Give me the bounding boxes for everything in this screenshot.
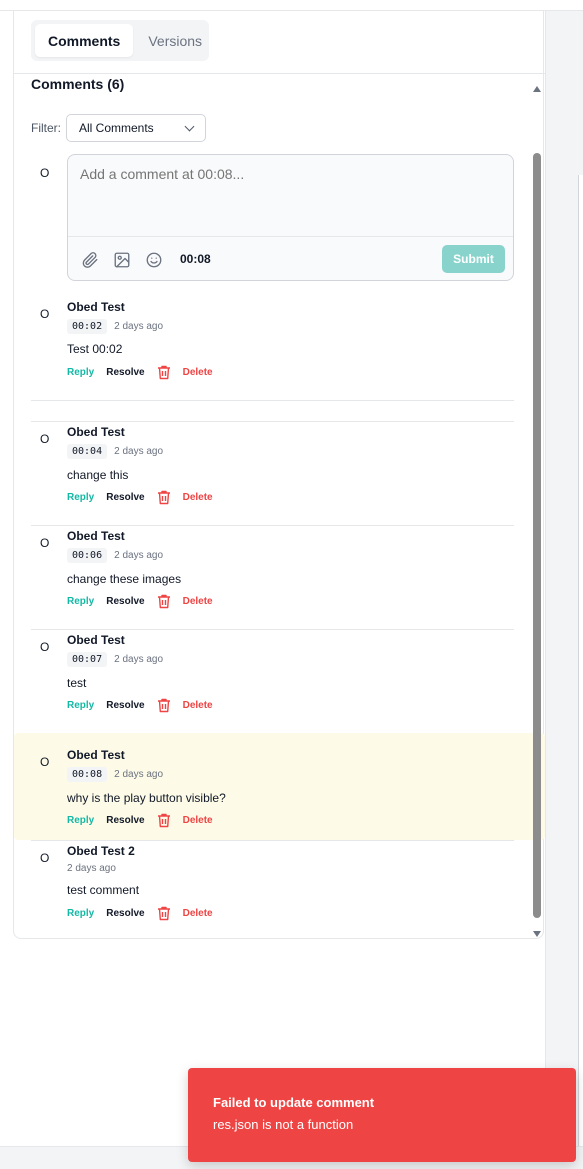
delete-button[interactable]: Delete	[183, 367, 213, 378]
comment-meta: 00:07 2 days ago	[67, 652, 163, 667]
avatar: O	[40, 640, 50, 654]
timestamp-chip[interactable]: 00:06	[67, 548, 108, 563]
delete-button[interactable]: Delete	[183, 492, 213, 503]
scroll-down-arrow-icon[interactable]	[533, 931, 541, 937]
trash-icon[interactable]	[157, 698, 171, 713]
comment-author: Obed Test	[67, 425, 125, 439]
resolve-button[interactable]: Resolve	[106, 492, 144, 503]
comments-scroll-area[interactable]: Comments (6) Filter: All Comments O 00:0…	[14, 74, 545, 938]
toast-title: Failed to update comment	[213, 1095, 375, 1110]
comment-composer: 00:08 Submit	[67, 154, 514, 281]
comment-meta: 00:06 2 days ago	[67, 548, 163, 563]
comment-time: 2 days ago	[114, 446, 164, 457]
avatar: O	[40, 432, 50, 446]
trash-icon[interactable]	[157, 365, 171, 380]
resolve-button[interactable]: Resolve	[106, 908, 144, 919]
comment-author: Obed Test	[67, 300, 125, 314]
avatar: O	[40, 166, 50, 180]
comment-item: O Obed Test 00:02 2 days ago Test 00:02 …	[14, 292, 545, 392]
reply-button[interactable]: Reply	[67, 815, 94, 826]
comment-time: 2 days ago	[114, 321, 164, 332]
filter-label: Filter:	[31, 121, 61, 135]
trash-icon[interactable]	[157, 906, 171, 921]
timestamp-chip[interactable]: 00:07	[67, 652, 108, 667]
comment-item-highlighted: O Obed Test 00:08 2 days ago why is the …	[14, 733, 545, 840]
comment-text: why is the play button visible?	[67, 791, 226, 805]
composer-timecode: 00:08	[180, 252, 211, 266]
comment-actions: Reply Resolve Delete	[67, 594, 213, 609]
comment-time: 2 days ago	[114, 654, 164, 665]
comment-text: test	[67, 676, 87, 690]
resolve-button[interactable]: Resolve	[106, 700, 144, 711]
timestamp-chip[interactable]: 00:08	[67, 767, 108, 782]
comments-panel: Comments Versions Comments (6) Filter: A…	[13, 11, 545, 939]
tab-comments[interactable]: Comments	[35, 24, 134, 57]
divider	[31, 400, 514, 401]
resolve-button[interactable]: Resolve	[106, 596, 144, 607]
delete-button[interactable]: Delete	[183, 815, 213, 826]
comments-heading: Comments (6)	[31, 76, 125, 92]
smiley-icon[interactable]	[145, 251, 163, 269]
comment-time: 2 days ago	[114, 769, 164, 780]
delete-button[interactable]: Delete	[183, 700, 213, 711]
resolve-button[interactable]: Resolve	[106, 367, 144, 378]
comment-item: O Obed Test 00:06 2 days ago change thes…	[14, 521, 545, 621]
comment-actions: Reply Resolve Delete	[67, 490, 213, 505]
delete-button[interactable]: Delete	[183, 596, 213, 607]
comment-author: Obed Test	[67, 529, 125, 543]
comment-text: Test 00:02	[67, 342, 123, 356]
comment-meta: 00:04 2 days ago	[67, 444, 163, 459]
trash-icon[interactable]	[157, 813, 171, 828]
filter-value: All Comments	[79, 121, 154, 135]
resolve-button[interactable]: Resolve	[106, 815, 144, 826]
reply-button[interactable]: Reply	[67, 700, 94, 711]
reply-button[interactable]: Reply	[67, 908, 94, 919]
comment-author: Obed Test	[67, 633, 125, 647]
scrollbar[interactable]	[532, 82, 542, 938]
chevron-down-icon	[184, 121, 195, 131]
trash-icon[interactable]	[157, 594, 171, 609]
reply-button[interactable]: Reply	[67, 367, 94, 378]
timestamp-chip[interactable]: 00:04	[67, 444, 108, 459]
comment-item: O Obed Test 00:07 2 days ago test Reply …	[14, 625, 545, 725]
comment-time: 2 days ago	[114, 550, 164, 561]
composer-toolbar: 00:08 Submit	[68, 236, 513, 280]
comment-item: O Obed Test 00:04 2 days ago change this…	[14, 417, 545, 517]
panel-tabs: Comments Versions	[31, 20, 209, 61]
submit-button[interactable]: Submit	[442, 245, 505, 273]
filter-select[interactable]: All Comments	[66, 114, 206, 142]
comment-text: change this	[67, 468, 129, 482]
avatar: O	[40, 307, 50, 321]
trash-icon[interactable]	[157, 490, 171, 505]
timestamp-chip[interactable]: 00:02	[67, 319, 108, 334]
comment-meta: 00:08 2 days ago	[67, 767, 163, 782]
comment-text: change these images	[67, 572, 182, 586]
comment-input[interactable]	[80, 166, 500, 182]
scroll-up-arrow-icon[interactable]	[533, 86, 541, 92]
comment-actions: Reply Resolve Delete	[67, 698, 213, 713]
comment-text: test comment	[67, 883, 140, 897]
avatar: O	[40, 851, 50, 865]
right-scroll-track	[578, 175, 583, 1150]
comment-actions: Reply Resolve Delete	[67, 365, 213, 380]
avatar: O	[40, 536, 50, 550]
comment-actions: Reply Resolve Delete	[67, 906, 213, 921]
error-toast[interactable]: Failed to update comment res.json is not…	[188, 1068, 576, 1162]
comment-time: 2 days ago	[67, 863, 116, 874]
toast-message: res.json is not a function	[213, 1117, 354, 1132]
paperclip-icon[interactable]	[81, 251, 99, 269]
image-icon[interactable]	[113, 251, 131, 269]
comment-meta: 00:02 2 days ago	[67, 319, 163, 334]
comment-item: O Obed Test 2 2 days ago test comment Re…	[14, 841, 545, 931]
reply-button[interactable]: Reply	[67, 596, 94, 607]
reply-button[interactable]: Reply	[67, 492, 94, 503]
comment-author: Obed Test	[67, 748, 125, 762]
delete-button[interactable]: Delete	[183, 908, 213, 919]
comment-author: Obed Test 2	[67, 844, 135, 858]
tab-versions[interactable]: Versions	[135, 24, 215, 57]
comment-actions: Reply Resolve Delete	[67, 813, 213, 828]
scroll-thumb[interactable]	[533, 153, 541, 918]
comment-meta: 2 days ago	[67, 863, 116, 874]
avatar: O	[40, 755, 50, 769]
